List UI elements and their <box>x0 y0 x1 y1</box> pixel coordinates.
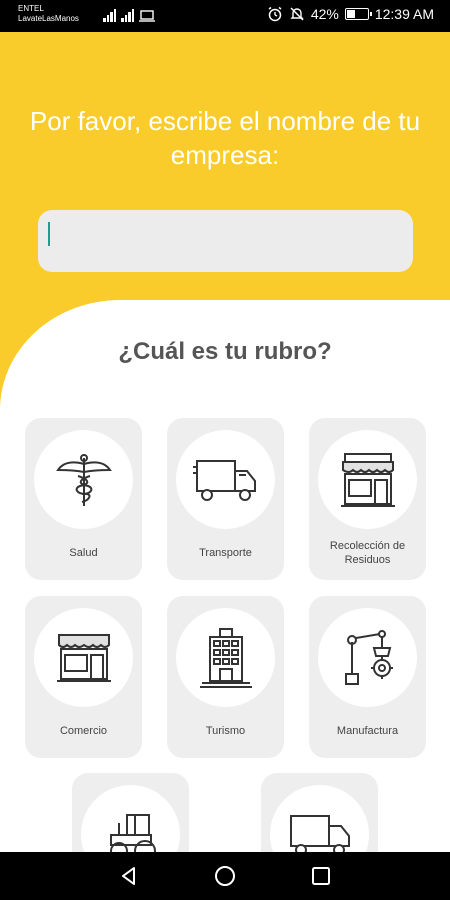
signal-icon <box>103 8 118 22</box>
card-label: Manufactura <box>336 725 399 737</box>
laptop-icon <box>139 10 155 22</box>
category-card-manufactura[interactable]: Manufactura <box>309 596 426 758</box>
storefront-icon <box>340 452 395 507</box>
category-card-comercio[interactable]: Comercio <box>25 596 142 758</box>
text-cursor <box>48 222 50 246</box>
battery-percent: 42% <box>310 6 339 22</box>
truck-icon <box>192 459 256 501</box>
shop-icon <box>56 633 111 682</box>
battery-icon <box>344 8 372 20</box>
back-icon[interactable] <box>117 864 141 888</box>
home-icon[interactable] <box>213 864 237 888</box>
system-nav-bar <box>0 852 450 900</box>
category-card-salud[interactable]: Salud <box>25 418 142 580</box>
company-name-input[interactable] <box>38 210 413 272</box>
card-label: Turismo <box>205 725 246 737</box>
card-icon-circle <box>176 608 275 707</box>
card-icon-circle <box>176 430 275 529</box>
signal-4g-icon <box>121 8 136 22</box>
category-card-recoleccion-residuos[interactable]: Recolección de Residuos <box>309 418 426 580</box>
status-icons-right: 42% 12:39 AM <box>267 6 434 22</box>
card-icon-circle <box>318 430 417 529</box>
carrier-name: ENTEL <box>18 4 44 13</box>
clock: 12:39 AM <box>374 6 434 22</box>
battery-level <box>346 10 355 18</box>
card-label: Recolección de Residuos <box>329 540 406 566</box>
category-card-turismo[interactable]: Turismo <box>167 596 284 758</box>
recents-icon[interactable] <box>309 864 333 888</box>
status-icons-left <box>103 8 155 22</box>
card-icon-circle <box>34 608 133 707</box>
category-panel <box>0 300 450 860</box>
card-label: Salud <box>69 547 98 559</box>
company-name-prompt: Por favor, escribe el nombre de tu empre… <box>29 106 421 170</box>
robot-arm-icon <box>344 629 393 685</box>
card-icon-circle <box>34 430 133 529</box>
category-question: ¿Cuál es tu rubro? <box>118 338 332 365</box>
card-label: Comercio <box>59 725 108 737</box>
mute-icon <box>290 7 304 21</box>
carrier-info: ENTEL LavateLasManos <box>18 4 79 24</box>
carrier-network: LavateLasManos <box>18 14 79 23</box>
card-label: Transporte <box>199 547 252 559</box>
caduceus-icon <box>55 453 112 506</box>
hotel-icon <box>199 627 252 688</box>
alarm-icon <box>268 6 282 22</box>
status-bar: ENTEL LavateLasManos 42% 12:39 AM <box>0 0 450 32</box>
card-icon-circle <box>318 608 417 707</box>
category-card-transporte[interactable]: Transporte <box>167 418 284 580</box>
